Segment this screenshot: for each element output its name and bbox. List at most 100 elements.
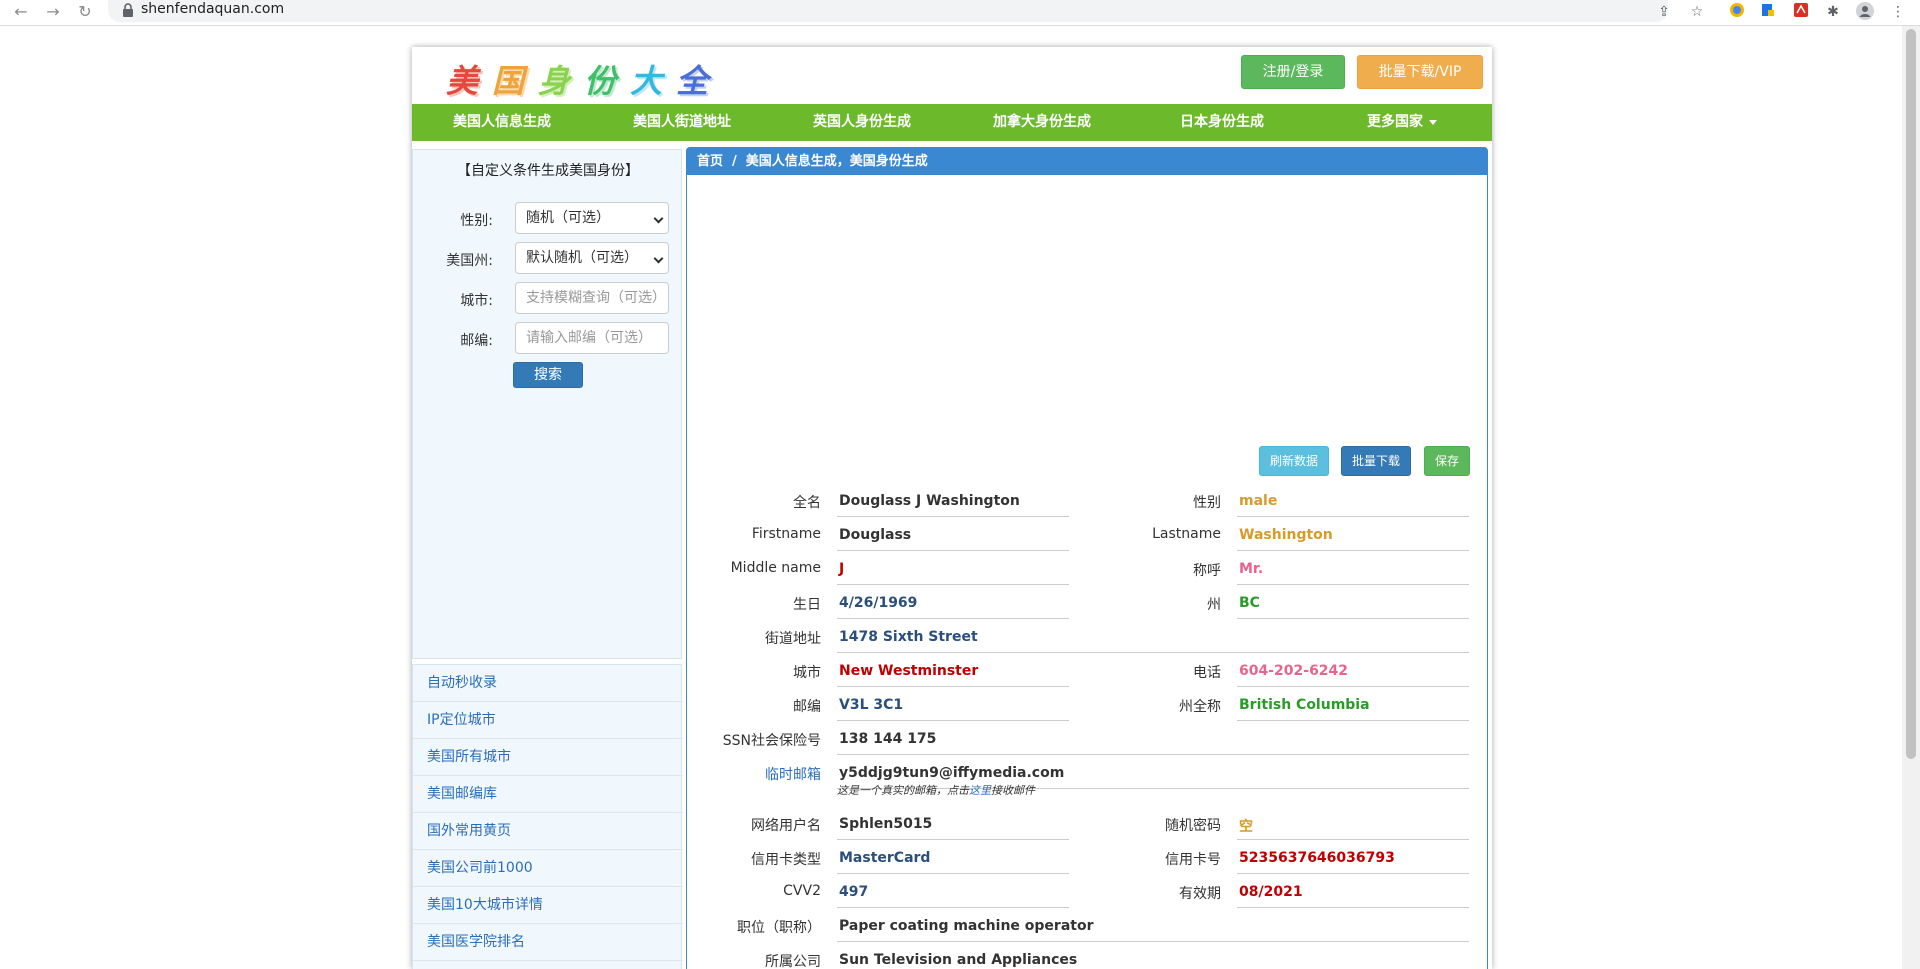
breadcrumb-current: 美国人信息生成，美国身份生成 bbox=[745, 154, 928, 169]
menu-icon[interactable]: ⋮ bbox=[1888, 2, 1908, 22]
sidebar-link[interactable]: 美国公司前1000 bbox=[413, 850, 683, 887]
city-value[interactable]: New Westminster bbox=[837, 663, 1069, 687]
nav-item-japan-identity[interactable]: 日本身份生成 bbox=[1132, 104, 1312, 141]
identity-panel: 首页 / 美国人信息生成，美国身份生成 刷新数据 批量下载 保存 全名 Dougla… bbox=[686, 147, 1488, 969]
scrollbar-thumb[interactable] bbox=[1906, 29, 1916, 759]
temp-email-link[interactable]: 临时邮箱 bbox=[765, 764, 821, 784]
gender-select[interactable]: 随机（可选） bbox=[515, 202, 669, 234]
card-number-value[interactable]: 5235637646036793 bbox=[1237, 850, 1469, 874]
zip-label: 邮编: bbox=[460, 333, 493, 349]
puzzle-icon[interactable]: ✱ bbox=[1823, 2, 1843, 22]
nav-more-label: 更多国家 bbox=[1367, 114, 1423, 130]
state-value[interactable]: BC bbox=[1237, 595, 1469, 619]
search-panel-title: 【自定义条件生成美国身份】 bbox=[457, 163, 639, 179]
state-full-value[interactable]: British Columbia bbox=[1237, 697, 1469, 721]
translate-extension-icon[interactable] bbox=[1758, 2, 1778, 22]
city-field-label: 城市 bbox=[793, 665, 821, 681]
firstname-field: Firstname Douglass bbox=[752, 523, 1069, 551]
firstname-value[interactable]: Douglass bbox=[837, 527, 1069, 551]
company-field: 所属公司 Sun Television and Appliances bbox=[765, 948, 1469, 969]
site-logo[interactable]: 美国身份大全 bbox=[446, 56, 722, 102]
site-container: 美国身份大全 注册/登录 批量下载/VIP 美国人信息生成 美国人街道地址 英国… bbox=[412, 47, 1492, 969]
page-scrollbar[interactable] bbox=[1902, 26, 1920, 969]
sidebar-link[interactable]: 美国所有城市 bbox=[413, 739, 683, 776]
sidebar-link[interactable]: 美国10大城市详情 bbox=[413, 887, 683, 924]
sidebar-link[interactable]: 美国邮编库 bbox=[413, 776, 683, 813]
breadcrumb-home[interactable]: 首页 bbox=[697, 154, 723, 169]
url-text[interactable]: shenfendaquan.com bbox=[141, 1, 284, 17]
gender-field-label: 性别 bbox=[1193, 495, 1221, 511]
firstname-label: Firstname bbox=[751, 526, 821, 542]
phone-value[interactable]: 604-202-6242 bbox=[1237, 663, 1469, 687]
state-full-label: 州全称 bbox=[1179, 699, 1221, 715]
sidebar-link[interactable]: IP定位城市 bbox=[413, 702, 683, 739]
reload-icon[interactable]: ↻ bbox=[74, 2, 96, 24]
site-header: 美国身份大全 注册/登录 批量下载/VIP bbox=[412, 47, 1492, 104]
street-value[interactable]: 1478 Sixth Street bbox=[837, 629, 1469, 653]
title-field: 称呼 Mr. bbox=[1193, 557, 1469, 585]
caret-down-icon bbox=[1429, 119, 1437, 125]
occupation-value[interactable]: Paper coating machine operator bbox=[837, 918, 1469, 942]
batch-download-vip-button[interactable]: 批量下载/VIP bbox=[1357, 55, 1483, 89]
title-value[interactable]: Mr. bbox=[1237, 561, 1469, 585]
city-input[interactable]: 支持模糊查询（可选） bbox=[515, 282, 669, 314]
cvv2-value[interactable]: 497 bbox=[837, 884, 1069, 908]
expiry-value[interactable]: 08/2021 bbox=[1237, 884, 1469, 908]
state-label: 美国州: bbox=[446, 253, 493, 269]
card-type-label: 信用卡类型 bbox=[751, 852, 821, 868]
custom-search-panel: 【自定义条件生成美国身份】 性别: 随机（可选） 美国州: 默认随机（可选） 城… bbox=[412, 149, 682, 659]
profile-icon[interactable] bbox=[1855, 2, 1875, 22]
nav-item-uk-identity[interactable]: 英国人身份生成 bbox=[772, 104, 952, 141]
nav-item-us-street[interactable]: 美国人街道地址 bbox=[592, 104, 772, 141]
save-button[interactable]: 保存 bbox=[1424, 446, 1470, 476]
sidebar-link[interactable]: 国外常用黄页 bbox=[413, 813, 683, 850]
browser-toolbar: ← → ↻ shenfendaquan.com ⇪ ☆ ✱ ⋮ bbox=[0, 0, 1920, 26]
refresh-data-button[interactable]: 刷新数据 bbox=[1259, 446, 1329, 476]
star-icon[interactable]: ☆ bbox=[1687, 2, 1707, 22]
card-number-field: 信用卡号 5235637646036793 bbox=[1165, 846, 1469, 874]
email-note-link[interactable]: 这里 bbox=[969, 784, 991, 797]
batch-download-button[interactable]: 批量下载 bbox=[1341, 446, 1411, 476]
forward-icon[interactable]: → bbox=[42, 2, 64, 24]
gender-label: 性别: bbox=[460, 213, 493, 229]
pdf-extension-icon[interactable] bbox=[1791, 2, 1811, 22]
zip-field: 邮编 V3L 3C1 bbox=[793, 693, 1069, 721]
middlename-label: Middle name bbox=[730, 560, 821, 576]
address-bar[interactable] bbox=[108, 0, 1668, 22]
zip-value[interactable]: V3L 3C1 bbox=[837, 697, 1069, 721]
back-icon[interactable]: ← bbox=[10, 2, 32, 24]
state-select[interactable]: 默认随机（可选） bbox=[515, 242, 669, 274]
expiry-label: 有效期 bbox=[1179, 886, 1221, 902]
nav-item-canada-identity[interactable]: 加拿大身份生成 bbox=[952, 104, 1132, 141]
birthday-label: 生日 bbox=[793, 597, 821, 613]
sidebar-link[interactable]: 自动秒收录 bbox=[413, 665, 683, 702]
ssn-value[interactable]: 138 144 175 bbox=[837, 731, 1469, 755]
occupation-field: 职位（职称） Paper coating machine operator bbox=[737, 914, 1469, 942]
fullname-value[interactable]: Douglass J Washington bbox=[837, 493, 1069, 517]
zip-input[interactable]: 请输入邮编（可选） bbox=[515, 322, 669, 354]
username-label: 网络用户名 bbox=[751, 818, 821, 834]
gender-field: 性别 male bbox=[1193, 489, 1469, 517]
nav-item-us-info[interactable]: 美国人信息生成 bbox=[412, 104, 592, 141]
extension-icon[interactable] bbox=[1727, 2, 1747, 22]
company-value[interactable]: Sun Television and Appliances bbox=[837, 952, 1469, 969]
card-type-value[interactable]: MasterCard bbox=[837, 850, 1069, 874]
chevron-down-icon bbox=[653, 253, 664, 264]
share-icon[interactable]: ⇪ bbox=[1654, 2, 1674, 22]
phone-field: 电话 604-202-6242 bbox=[1193, 659, 1469, 687]
search-button[interactable]: 搜索 bbox=[513, 362, 583, 388]
card-type-field: 信用卡类型 MasterCard bbox=[751, 846, 1069, 874]
ssn-label: SSN社会保险号 bbox=[722, 733, 821, 749]
sidebar-link[interactable]: 美国医学院排名 bbox=[413, 924, 683, 961]
lastname-value[interactable]: Washington bbox=[1237, 527, 1469, 551]
nav-item-more-countries[interactable]: 更多国家 bbox=[1312, 104, 1492, 141]
lastname-label: Lastname bbox=[1152, 526, 1221, 542]
register-login-button[interactable]: 注册/登录 bbox=[1241, 55, 1345, 89]
password-value[interactable]: 空 bbox=[1237, 816, 1469, 840]
gender-value[interactable]: male bbox=[1237, 493, 1469, 517]
username-value[interactable]: Sphlen5015 bbox=[837, 816, 1069, 840]
birthday-value[interactable]: 4/26/1969 bbox=[837, 595, 1069, 619]
middlename-value[interactable]: J bbox=[837, 561, 1069, 585]
state-field: 州 BC bbox=[1207, 591, 1469, 619]
card-number-label: 信用卡号 bbox=[1165, 852, 1221, 868]
